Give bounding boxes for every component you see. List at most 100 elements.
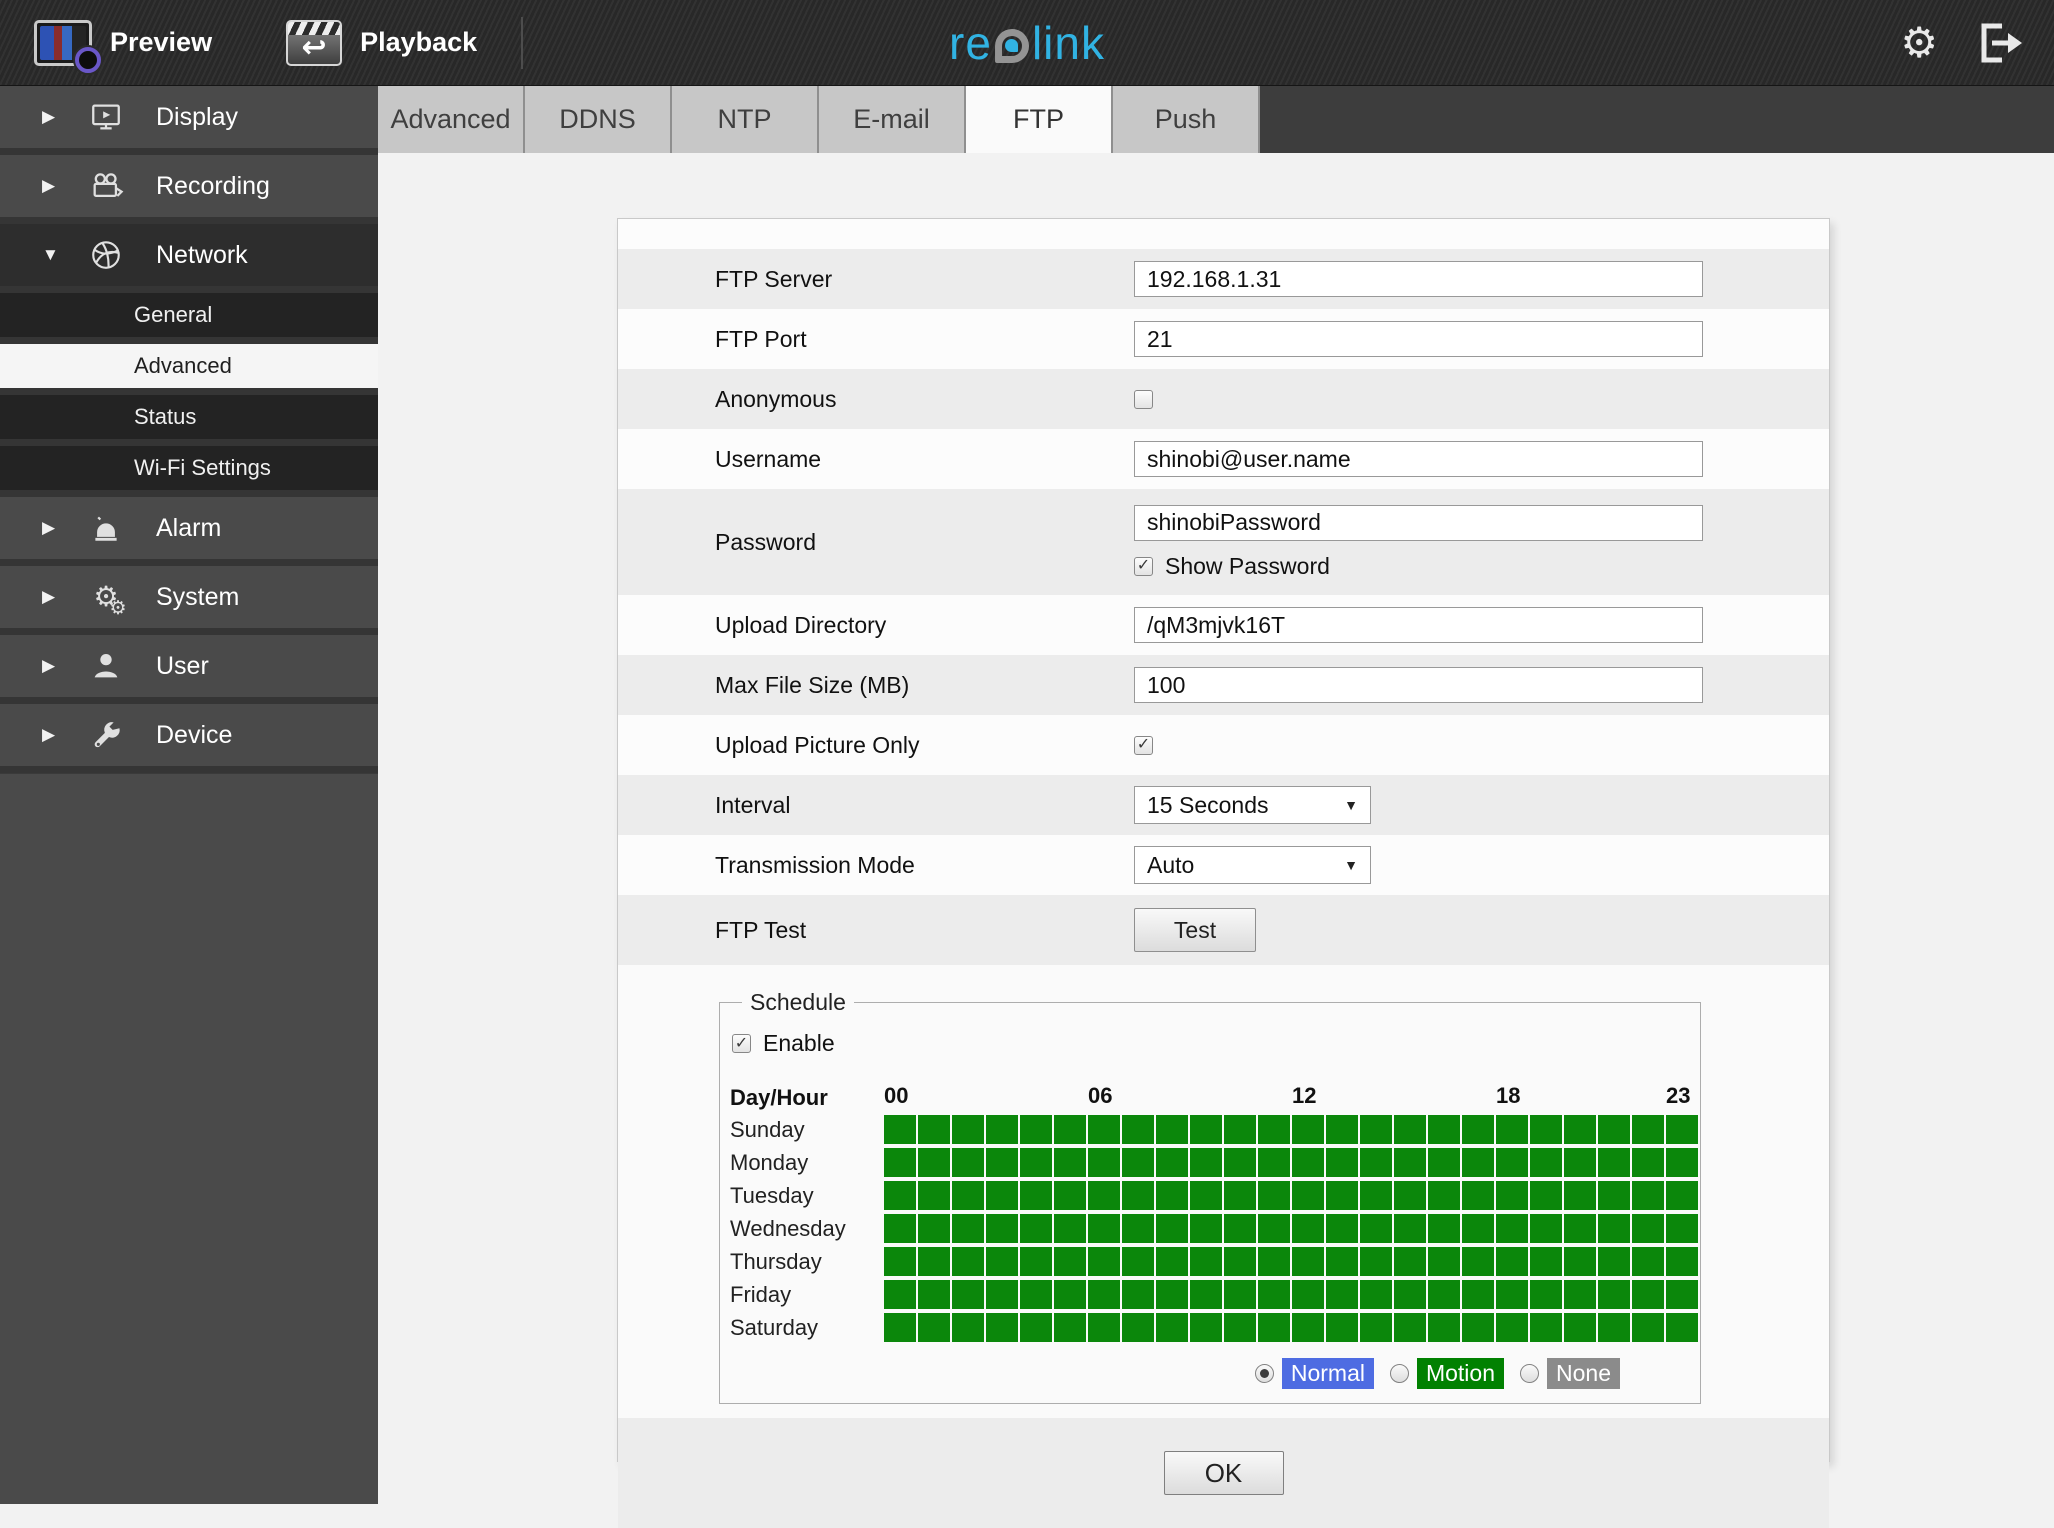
schedule-cell[interactable] [1360,1148,1392,1177]
schedule-cell[interactable] [1462,1148,1494,1177]
settings-gear-icon[interactable]: ⚙ [1900,22,1938,64]
schedule-cell[interactable] [1258,1181,1290,1210]
schedule-cell[interactable] [1666,1115,1698,1144]
schedule-cell[interactable] [1394,1181,1426,1210]
schedule-enable-checkbox[interactable] [732,1034,751,1053]
schedule-cell[interactable] [1122,1280,1154,1309]
schedule-cell[interactable] [1156,1313,1188,1342]
schedule-cell[interactable] [1598,1313,1630,1342]
tab-push[interactable]: Push [1113,86,1260,153]
schedule-cell[interactable] [1292,1313,1324,1342]
schedule-cell[interactable] [1190,1247,1222,1276]
schedule-cell[interactable] [1530,1115,1562,1144]
schedule-cell[interactable] [1564,1247,1596,1276]
sidebar-subitem-advanced[interactable]: Advanced [0,344,378,388]
max-file-size-input[interactable] [1134,667,1703,703]
schedule-cell[interactable] [1326,1148,1358,1177]
schedule-cell[interactable] [1530,1280,1562,1309]
schedule-cell[interactable] [1598,1247,1630,1276]
schedule-cell[interactable] [918,1115,950,1144]
sidebar-item-device[interactable]: ▶ Device [0,704,378,766]
schedule-cell[interactable] [1122,1214,1154,1243]
ftp-test-button[interactable]: Test [1134,908,1256,952]
schedule-cell[interactable] [1632,1280,1664,1309]
schedule-cell[interactable] [1496,1214,1528,1243]
schedule-cell[interactable] [1224,1181,1256,1210]
schedule-cell[interactable] [1666,1247,1698,1276]
schedule-cell[interactable] [1224,1247,1256,1276]
schedule-cell[interactable] [884,1148,916,1177]
schedule-cell[interactable] [1224,1115,1256,1144]
schedule-cell[interactable] [1156,1148,1188,1177]
schedule-cell[interactable] [1564,1280,1596,1309]
schedule-cell[interactable] [1530,1313,1562,1342]
schedule-cell[interactable] [1360,1115,1392,1144]
schedule-cell[interactable] [1258,1280,1290,1309]
schedule-cell[interactable] [1564,1115,1596,1144]
schedule-cell[interactable] [1020,1148,1052,1177]
schedule-cell[interactable] [1054,1313,1086,1342]
schedule-cell[interactable] [1598,1214,1630,1243]
schedule-cell[interactable] [1020,1280,1052,1309]
schedule-cell[interactable] [1360,1214,1392,1243]
anonymous-checkbox[interactable] [1134,389,1153,409]
schedule-cell[interactable] [1020,1313,1052,1342]
schedule-cell[interactable] [952,1313,984,1342]
mode-radio-motion[interactable] [1389,1364,1409,1383]
mode-radio-normal[interactable] [1254,1364,1274,1383]
schedule-cell[interactable] [1496,1247,1528,1276]
schedule-cell[interactable] [1666,1313,1698,1342]
nav-playback[interactable]: ↩ Playback [212,19,477,66]
schedule-cell[interactable] [1428,1247,1460,1276]
schedule-cell[interactable] [1088,1148,1120,1177]
schedule-cell[interactable] [1496,1313,1528,1342]
schedule-cell[interactable] [1632,1214,1664,1243]
schedule-cell[interactable] [1054,1181,1086,1210]
schedule-cell[interactable] [1394,1148,1426,1177]
schedule-cell[interactable] [986,1181,1018,1210]
schedule-cell[interactable] [1224,1280,1256,1309]
schedule-cell[interactable] [1530,1247,1562,1276]
schedule-cell[interactable] [952,1247,984,1276]
schedule-cell[interactable] [1054,1115,1086,1144]
schedule-cell[interactable] [986,1214,1018,1243]
schedule-cell[interactable] [952,1148,984,1177]
sidebar-item-user[interactable]: ▶ User [0,635,378,697]
show-password-checkbox[interactable] [1134,556,1153,576]
schedule-cell[interactable] [1462,1115,1494,1144]
schedule-cell[interactable] [1394,1115,1426,1144]
schedule-cell[interactable] [1020,1247,1052,1276]
schedule-cell[interactable] [986,1115,1018,1144]
schedule-cell[interactable] [1292,1280,1324,1309]
schedule-cell[interactable] [1428,1181,1460,1210]
schedule-cell[interactable] [1394,1214,1426,1243]
schedule-cell[interactable] [1360,1313,1392,1342]
schedule-cell[interactable] [1564,1313,1596,1342]
schedule-cell[interactable] [952,1115,984,1144]
schedule-cell[interactable] [1666,1148,1698,1177]
schedule-cell[interactable] [1632,1181,1664,1210]
schedule-cell[interactable] [1496,1148,1528,1177]
schedule-cell[interactable] [884,1247,916,1276]
schedule-cell[interactable] [1122,1115,1154,1144]
schedule-cell[interactable] [986,1280,1018,1309]
schedule-cell[interactable] [1156,1115,1188,1144]
schedule-cell[interactable] [1428,1280,1460,1309]
sidebar-item-network[interactable]: ▼ Network [0,224,378,286]
ftp-port-input[interactable] [1134,321,1703,357]
schedule-cell[interactable] [1632,1313,1664,1342]
schedule-cell[interactable] [1122,1313,1154,1342]
logout-icon[interactable] [1974,20,2026,66]
schedule-cell[interactable] [1054,1214,1086,1243]
schedule-cell[interactable] [1530,1148,1562,1177]
schedule-cell[interactable] [1666,1214,1698,1243]
schedule-cell[interactable] [1088,1313,1120,1342]
schedule-cell[interactable] [1462,1313,1494,1342]
schedule-cell[interactable] [1088,1181,1120,1210]
schedule-cell[interactable] [918,1214,950,1243]
schedule-cell[interactable] [1326,1247,1358,1276]
ok-button[interactable]: OK [1163,1451,1284,1495]
schedule-cell[interactable] [1598,1181,1630,1210]
schedule-cell[interactable] [1224,1313,1256,1342]
schedule-cell[interactable] [1394,1313,1426,1342]
